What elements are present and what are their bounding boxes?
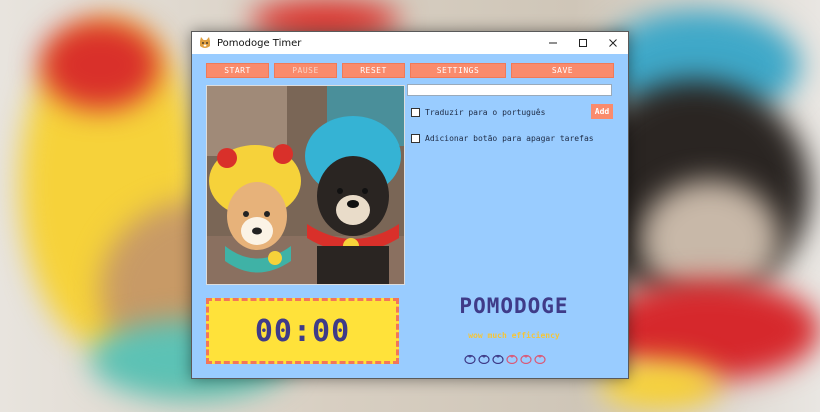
task-label: Adicionar botão para apagar tarefas bbox=[425, 134, 594, 143]
task-checkbox[interactable] bbox=[411, 108, 420, 117]
minimize-button[interactable] bbox=[538, 32, 568, 54]
start-button[interactable]: START bbox=[206, 63, 269, 78]
task-label: Traduzir para o português bbox=[425, 108, 546, 117]
reset-button[interactable]: RESET bbox=[342, 63, 405, 78]
close-icon bbox=[609, 39, 617, 47]
close-button[interactable] bbox=[598, 32, 628, 54]
dog-photo bbox=[206, 85, 405, 285]
pomodoro-counter bbox=[464, 353, 546, 364]
tomato-done-icon bbox=[478, 354, 490, 364]
task-input[interactable] bbox=[407, 84, 612, 96]
app-window: Pomodoge Timer START PAUSE RESET SETTING… bbox=[191, 31, 629, 379]
pause-button[interactable]: PAUSE bbox=[274, 63, 337, 78]
tomato-done-icon bbox=[492, 354, 504, 364]
task-checkbox[interactable] bbox=[411, 134, 420, 143]
task-item-translate: Traduzir para o português bbox=[411, 108, 545, 117]
task-item-delete-button: Adicionar botão para apagar tarefas bbox=[411, 134, 594, 143]
save-button[interactable]: SAVE bbox=[511, 63, 614, 78]
brand-tagline: wow much efficiency bbox=[468, 331, 560, 340]
brand-title: POMODOGE bbox=[459, 294, 569, 318]
minimize-icon bbox=[549, 42, 557, 44]
settings-button[interactable]: SETTINGS bbox=[410, 63, 506, 78]
maximize-icon bbox=[579, 39, 587, 47]
add-task-button[interactable]: Add bbox=[591, 104, 613, 119]
doge-app-icon bbox=[200, 37, 210, 48]
maximize-button[interactable] bbox=[568, 32, 598, 54]
tomato-pending-icon bbox=[506, 354, 518, 364]
tomato-pending-icon bbox=[520, 354, 532, 364]
timer-text: 00:00 bbox=[254, 313, 351, 349]
title-bar: Pomodoge Timer bbox=[192, 32, 628, 54]
tomato-done-icon bbox=[464, 354, 476, 364]
window-title: Pomodoge Timer bbox=[217, 37, 302, 49]
timer-display: 00:00 bbox=[206, 298, 399, 364]
tomato-pending-icon bbox=[534, 354, 546, 364]
